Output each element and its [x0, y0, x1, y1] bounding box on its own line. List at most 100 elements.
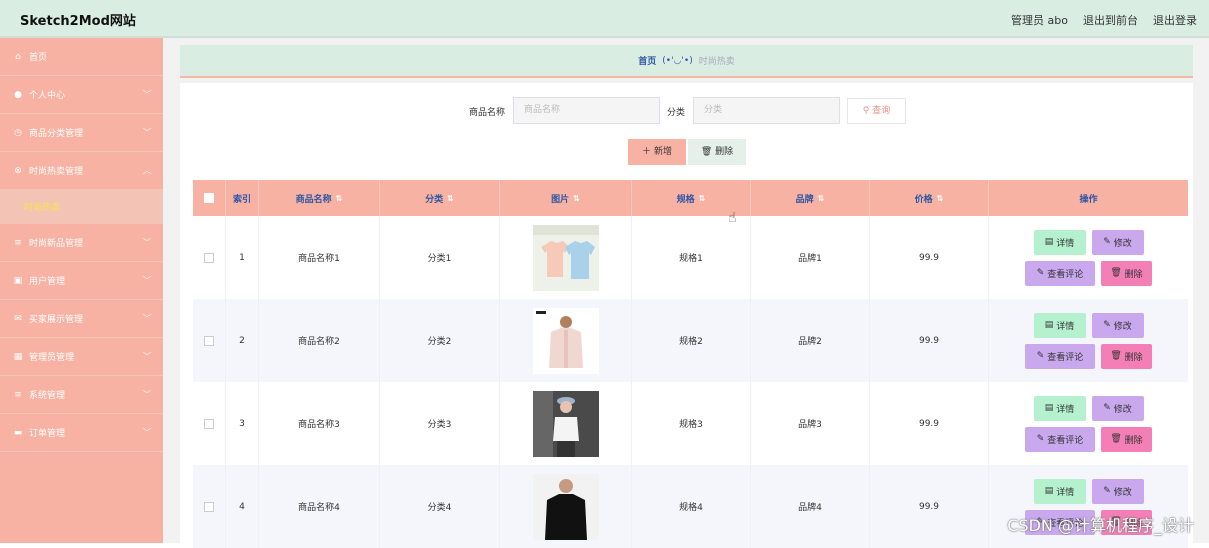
select-all-checkbox[interactable]: [204, 193, 214, 203]
csdn-watermark: CSDN @计算机程序_设计: [1007, 516, 1194, 535]
row-name: 商品名称1: [259, 216, 380, 299]
pencil-icon: ✎: [1103, 320, 1111, 330]
detail-icon: ▤: [1044, 320, 1054, 330]
edit-label: 修改: [1113, 404, 1132, 415]
site-brand[interactable]: Sketch2Mod网站: [20, 10, 136, 29]
sidebar-item-admin-manage[interactable]: ▦ 管理员管理 ﹀: [0, 338, 163, 376]
comment-label: 查看评论: [1047, 435, 1084, 446]
sidebar-item-order-manage[interactable]: ▬ 订单管理 ﹀: [0, 414, 163, 452]
sidebar-item-hot-sale-manage[interactable]: ⊗ 时尚热卖管理 ︿: [0, 152, 163, 190]
row-price: 99.9: [870, 382, 989, 465]
add-button[interactable]: ＋ 新增: [628, 139, 686, 165]
sidebar-item-label: 商品分类管理: [29, 129, 84, 139]
header-image[interactable]: 图片 ⇅: [500, 180, 632, 216]
op-row: ✎ 查看评论 🗑 删除: [1025, 426, 1152, 452]
chevron-down-icon: ﹀: [143, 90, 151, 99]
row-select-cell: [193, 216, 226, 299]
edit-button[interactable]: ✎ 修改: [1091, 478, 1144, 504]
row-spec: 规格1: [632, 216, 751, 299]
sidebar-item-label: 首页: [29, 53, 48, 63]
row-price: 99.9: [870, 299, 989, 382]
header-price[interactable]: 价格 ⇅: [870, 180, 989, 216]
op-buttons: ▤ 详情 ✎ 修改 ✎ 查看评论 🗑 删除: [1025, 312, 1152, 369]
sidebar-item-home[interactable]: ⌂ 首页: [0, 38, 163, 76]
row-brand: 品牌2: [751, 299, 870, 382]
query-button[interactable]: ⚲ 查询: [847, 98, 906, 124]
query-button-label: 查询: [872, 106, 891, 116]
pencil-icon: ✎: [1103, 403, 1111, 413]
view-comments-button[interactable]: ✎ 查看评论: [1025, 426, 1095, 452]
admin-name: 管理员 abo: [1011, 14, 1068, 27]
sort-icon: ⇅: [335, 193, 343, 203]
product-image[interactable]: [532, 224, 599, 291]
delete-button[interactable]: 🗑 删除: [1101, 343, 1152, 369]
row-spec: 规格3: [632, 382, 751, 465]
sidebar-item-label: 系统管理: [29, 391, 66, 401]
edit-button[interactable]: ✎ 修改: [1091, 229, 1144, 255]
op-buttons: ▤ 详情 ✎ 修改 ✎ 查看评论 🗑 删除: [1025, 229, 1152, 286]
op-row: ▤ 详情 ✎ 修改: [1033, 312, 1144, 338]
detail-button[interactable]: ▤ 详情: [1033, 478, 1086, 504]
sidebar-subitem-hot-sale[interactable]: 时尚热卖: [0, 190, 163, 224]
row-checkbox[interactable]: [204, 335, 214, 346]
category-input[interactable]: 分类: [693, 97, 840, 124]
detail-label: 详情: [1056, 487, 1075, 498]
breadcrumb-emoticon: (•'◡'•): [662, 55, 693, 66]
batch-delete-label: 删除: [715, 147, 734, 157]
row-name: 商品名称3: [259, 382, 380, 465]
row-checkbox[interactable]: [204, 501, 214, 512]
sidebar: ⌂ 首页 ● 个人中心 ﹀ ◷ 商品分类管理 ﹀ ⊗ 时尚热卖管理 ︿ 时尚热卖…: [0, 38, 163, 543]
hand-cursor-icon: ☝: [728, 210, 737, 226]
row-category: 分类4: [380, 465, 500, 548]
delete-button[interactable]: 🗑 删除: [1101, 260, 1152, 286]
exit-to-front-link[interactable]: 退出到前台: [1083, 12, 1138, 28]
edit-label: 修改: [1113, 238, 1132, 249]
sort-icon: ⇅: [573, 193, 580, 203]
view-comments-button[interactable]: ✎ 查看评论: [1025, 260, 1095, 286]
delete-button[interactable]: 🗑 删除: [1101, 426, 1152, 452]
comment-label: 查看评论: [1047, 352, 1084, 363]
logout-link[interactable]: 退出登录: [1153, 12, 1197, 28]
row-brand: 品牌1: [751, 216, 870, 299]
content-panel: 商品名称 商品名称 分类 分类 ⚲ 查询 ＋ 新增 🗑 删除 索引 商品名称 ⇅ …: [180, 83, 1193, 548]
product-image[interactable]: [532, 390, 599, 457]
header-name-label: 商品名称: [295, 194, 332, 205]
sidebar-item-user-manage[interactable]: ▣ 用户管理 ﹀: [0, 262, 163, 300]
sidebar-item-category-manage[interactable]: ◷ 商品分类管理 ﹀: [0, 114, 163, 152]
sidebar-item-label: 用户管理: [29, 277, 66, 287]
trash-icon: 🗑: [700, 147, 713, 157]
product-image[interactable]: [532, 473, 599, 540]
op-row: ▤ 详情 ✎ 修改: [1033, 478, 1144, 504]
product-image[interactable]: [532, 307, 599, 374]
header-ops-label: 操作: [1079, 194, 1098, 205]
op-row: ✎ 查看评论 🗑 删除: [1025, 260, 1152, 286]
header-brand[interactable]: 品牌 ⇅: [751, 180, 870, 216]
row-checkbox[interactable]: [204, 418, 214, 429]
edit-label: 修改: [1113, 487, 1132, 498]
header-name[interactable]: 商品名称 ⇅: [259, 180, 380, 216]
edit-button[interactable]: ✎ 修改: [1091, 395, 1144, 421]
header-category[interactable]: 分类 ⇅: [380, 180, 500, 216]
user-icon: ●: [14, 89, 22, 100]
detail-button[interactable]: ▤ 详情: [1033, 395, 1086, 421]
row-image-cell: [500, 382, 632, 465]
row-brand: 品牌3: [751, 382, 870, 465]
op-buttons: ▤ 详情 ✎ 修改 ✎ 查看评论 🗑 删除: [1025, 395, 1152, 452]
sidebar-item-personal-center[interactable]: ● 个人中心 ﹀: [0, 76, 163, 114]
table-row: 2 商品名称2 分类2 规格2 品牌2 99.9 ▤ 详情 ✎ 修改 ✎ 查看评…: [193, 299, 1188, 382]
op-row: ▤ 详情 ✎ 修改: [1033, 395, 1144, 421]
product-name-input[interactable]: 商品名称: [513, 97, 660, 124]
detail-button[interactable]: ▤ 详情: [1033, 312, 1086, 338]
op-row: ▤ 详情 ✎ 修改: [1033, 229, 1144, 255]
detail-button[interactable]: ▤ 详情: [1033, 229, 1086, 255]
sidebar-item-label: 管理员管理: [29, 353, 75, 363]
sidebar-item-new-products-manage[interactable]: ≡ 时尚新品管理 ﹀: [0, 224, 163, 262]
row-checkbox[interactable]: [204, 252, 214, 263]
sidebar-item-buyer-show-manage[interactable]: ✉ 买家展示管理 ﹀: [0, 300, 163, 338]
sidebar-item-system-manage[interactable]: ≡ 系统管理 ﹀: [0, 376, 163, 414]
view-comments-button[interactable]: ✎ 查看评论: [1025, 343, 1095, 369]
breadcrumb-home[interactable]: 首页: [638, 54, 656, 67]
batch-delete-button[interactable]: 🗑 删除: [688, 139, 746, 165]
row-brand: 品牌4: [751, 465, 870, 548]
edit-button[interactable]: ✎ 修改: [1091, 312, 1144, 338]
